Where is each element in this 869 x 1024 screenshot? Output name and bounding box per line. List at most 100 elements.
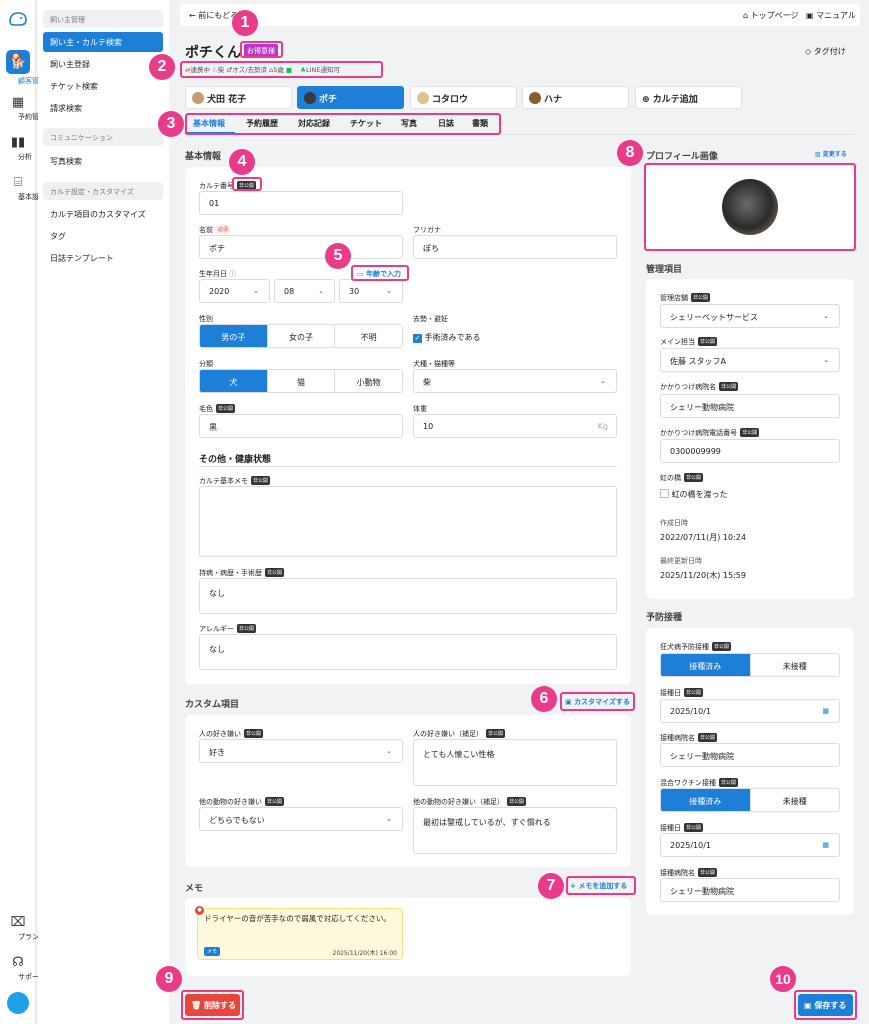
store-select[interactable]: シェリーペットサービス ⌄ bbox=[660, 304, 840, 328]
history-label: 持病・病歴・手術歴 非公開 bbox=[199, 568, 285, 577]
custom-section-title: カスタム項目 bbox=[185, 700, 240, 710]
combo-option-done[interactable]: 接種済み bbox=[661, 789, 751, 811]
pet-tab-pochi[interactable]: ポチ bbox=[297, 86, 404, 109]
like-people-note-textarea[interactable]: とても人懐こい性格 bbox=[413, 739, 617, 786]
divider bbox=[199, 466, 617, 467]
rainbow-checkbox[interactable]: 虹の橋を渡った bbox=[660, 489, 728, 500]
manual-link[interactable]: ▣ マニュアル bbox=[806, 10, 856, 21]
combo-date-field[interactable]: 2025/10/1 ▦ bbox=[660, 833, 840, 857]
memo-text: ドライヤーの音が苦手なので弱風で対応してください。 bbox=[204, 914, 391, 923]
birth-year-select[interactable]: 2020 ⌄ bbox=[199, 279, 270, 303]
sidebar-item-tag[interactable]: タグ bbox=[43, 226, 163, 246]
highlight-box-8 bbox=[644, 163, 856, 251]
sex-option-male[interactable]: 男の子 bbox=[200, 325, 268, 347]
rabies-hospital-field[interactable]: シェリー動物病院 bbox=[660, 743, 840, 767]
rail-reservation[interactable]: ▦ 予約管理 bbox=[0, 96, 46, 122]
neuter-checkbox[interactable]: ✓ 手術済みである bbox=[413, 332, 480, 343]
pet-avatar bbox=[529, 92, 541, 104]
combo-date-label: 接種日 非公開 bbox=[660, 823, 704, 832]
like-people-select[interactable]: 好き ⌄ bbox=[199, 739, 403, 763]
pet-avatar bbox=[304, 92, 316, 104]
sex-toggle[interactable]: 男の子 女の子 不明 bbox=[199, 324, 403, 348]
memo-note[interactable]: ● ドライヤーの音が苦手なので弱風で対応してください。 メモ 2025/11/2… bbox=[195, 906, 403, 960]
sidebar-item-register[interactable]: 飼い主登録 bbox=[43, 54, 163, 74]
custom-card: 人の好き嫌い 非公開 好き ⌄ 人の好き嫌い（補足） 非公開 とても人懐こい性格 他の… bbox=[185, 715, 631, 867]
sidebar-section-customize: カルテ設定・カスタマイズ bbox=[43, 182, 163, 200]
sex-label: 性別 bbox=[199, 315, 213, 323]
rabies-date-field[interactable]: 2025/10/1 ▦ bbox=[660, 699, 840, 723]
staff-select[interactable]: 佐藤 スタッフA ⌄ bbox=[660, 348, 840, 372]
class-option-small[interactable]: 小動物 bbox=[335, 370, 402, 392]
rabies-date-label: 接種日 非公開 bbox=[660, 688, 704, 697]
created-value: 2022/07/11(月) 10:24 bbox=[660, 533, 746, 542]
class-toggle[interactable]: 犬 猫 小動物 bbox=[199, 369, 403, 393]
pet-tab-hana[interactable]: ハナ bbox=[522, 86, 629, 109]
rail-plan[interactable]: ⌧ プラン bbox=[0, 916, 40, 942]
private-badge: 非公開 bbox=[719, 778, 739, 787]
kana-field[interactable]: ぽち bbox=[413, 235, 617, 259]
kana-label: フリガナ bbox=[413, 226, 441, 234]
top-bar: ← 前にもどる ⌂ トップページ ▣ マニュアル bbox=[180, 4, 860, 26]
birth-day-select[interactable]: 30 ⌄ bbox=[339, 279, 403, 303]
sidebar-item-billing[interactable]: 請求検索 bbox=[43, 98, 163, 118]
sidebar-item-search[interactable]: 飼い主・カルテ検索 bbox=[43, 32, 163, 52]
rabies-option-done[interactable]: 接種済み bbox=[661, 654, 751, 676]
back-link[interactable]: ← 前にもどる bbox=[189, 10, 238, 21]
sex-option-unknown[interactable]: 不明 bbox=[335, 325, 402, 347]
rainbow-label: 虹の橋 非公開 bbox=[660, 473, 704, 482]
highlight-box-10 bbox=[794, 990, 857, 1020]
private-badge: 非公開 bbox=[719, 382, 739, 391]
memo-card: ● ドライヤーの音が苦手なので弱風で対応してください。 メモ 2025/11/2… bbox=[185, 898, 631, 976]
sidebar-item-karte-customize[interactable]: カルテ項目のカスタマイズ bbox=[43, 204, 163, 224]
owner-tab[interactable]: 犬田 花子 bbox=[185, 86, 292, 109]
combo-toggle[interactable]: 接種済み 未接種 bbox=[660, 788, 840, 812]
sidebar-item-photo[interactable]: 写真検索 bbox=[43, 151, 163, 171]
pet-tab-kotarou[interactable]: コタロウ bbox=[410, 86, 517, 109]
calendar-icon: ▦ bbox=[822, 707, 829, 715]
class-label: 分類 bbox=[199, 360, 213, 368]
birth-month-select[interactable]: 08 ⌄ bbox=[274, 279, 335, 303]
combo-hospital-field[interactable]: シェリー動物病院 bbox=[660, 878, 840, 902]
class-option-cat[interactable]: 猫 bbox=[267, 370, 336, 392]
like-animals-note-textarea[interactable]: 最初は警戒しているが、すぐ慣れる bbox=[413, 807, 617, 854]
rail-support[interactable]: ☊ サポート bbox=[0, 956, 46, 982]
sidebar-item-ticket[interactable]: チケット検索 bbox=[43, 76, 163, 96]
weight-field[interactable]: 10 Kg bbox=[413, 414, 617, 438]
karte-memo-textarea[interactable] bbox=[199, 486, 617, 557]
breed-select[interactable]: 柴 ⌄ bbox=[413, 369, 617, 393]
color-field[interactable]: 黒 bbox=[199, 414, 403, 438]
name-field[interactable]: ポチ bbox=[199, 235, 403, 259]
change-photo-button[interactable]: ▨ 変更する bbox=[815, 149, 847, 158]
tag-button[interactable]: ◇ タグ付け bbox=[805, 46, 846, 57]
hospital-field[interactable]: シェリー動物病院 bbox=[660, 394, 840, 418]
rabies-option-not[interactable]: 未接種 bbox=[750, 654, 839, 676]
sidebar: 飼い主管理 飼い主・カルテ検索 飼い主登録 チケット検索 請求検索 コミュニケー… bbox=[38, 0, 169, 1024]
combo-hospital-label: 接種病院名 非公開 bbox=[660, 868, 718, 877]
allergy-textarea[interactable]: なし bbox=[199, 634, 617, 670]
rabies-toggle[interactable]: 接種済み 未接種 bbox=[660, 653, 840, 677]
like-animals-select[interactable]: どちらでもない ⌄ bbox=[199, 807, 403, 831]
class-option-dog[interactable]: 犬 bbox=[200, 370, 268, 392]
add-karte-button[interactable]: ⊕ カルテ追加 bbox=[635, 86, 742, 109]
hospital-tel-field[interactable]: 0300009999 bbox=[660, 439, 840, 463]
highlight-box-4 bbox=[232, 177, 262, 191]
user-avatar[interactable] bbox=[7, 992, 29, 1014]
callout-2: 2 bbox=[149, 54, 175, 80]
store-label: 管理店舗 非公開 bbox=[660, 293, 711, 302]
callout-9: 9 bbox=[156, 966, 182, 992]
top-page-link[interactable]: ⌂ トップページ bbox=[743, 10, 798, 21]
management-section-title: 管理項目 bbox=[646, 265, 683, 275]
combo-option-not[interactable]: 未接種 bbox=[750, 789, 839, 811]
book-icon: ▣ bbox=[806, 11, 814, 20]
karte-no-field[interactable]: 01 bbox=[199, 191, 403, 215]
rail-settings[interactable]: ⌸ 基本設定 bbox=[0, 176, 46, 202]
chevron-down-icon: ⌄ bbox=[386, 815, 392, 823]
app-logo-icon[interactable] bbox=[0, 10, 36, 30]
sidebar-section-owner: 飼い主管理 bbox=[43, 10, 163, 28]
history-textarea[interactable]: なし bbox=[199, 578, 617, 614]
sidebar-item-diary-template[interactable]: 日誌テンプレート bbox=[43, 248, 163, 268]
rail-customer[interactable]: 🐕 顧客管理 bbox=[0, 50, 46, 85]
sex-option-female[interactable]: 女の子 bbox=[267, 325, 336, 347]
memo-date: 2025/11/20(木) 16:00 bbox=[332, 950, 397, 957]
rail-analytics[interactable]: ▮▮ 分析 bbox=[0, 136, 36, 162]
